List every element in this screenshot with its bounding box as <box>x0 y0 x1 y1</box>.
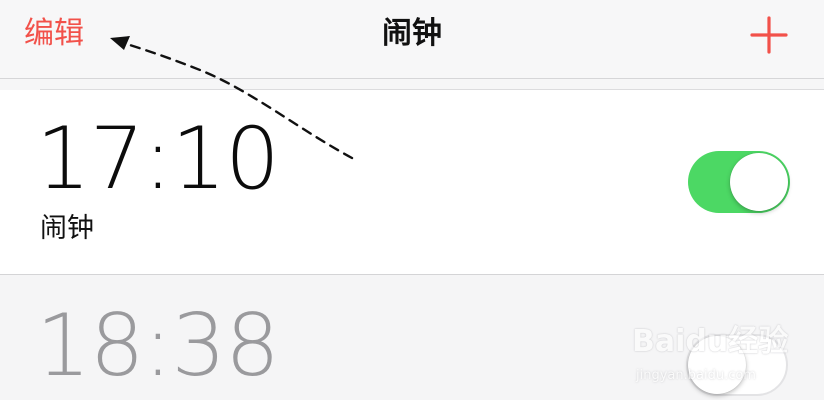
add-alarm-button[interactable] <box>748 14 790 56</box>
alarm-row[interactable]: 17:10 闹钟 <box>0 90 824 275</box>
toggle-knob <box>730 153 788 211</box>
alarm-toggle-off[interactable] <box>686 334 788 396</box>
alarm-row[interactable]: 18:38 <box>0 275 824 400</box>
alarm-time: 18:38 <box>36 296 280 396</box>
alarm-label: 闹钟 <box>40 213 94 244</box>
alarm-time: 17:10 <box>36 109 280 209</box>
alarm-screen: 编辑 闹钟 17:10 闹钟 18:38 Baidu经验 jingyan.bai… <box>0 0 824 400</box>
page-title: 闹钟 <box>382 16 442 51</box>
toggle-knob <box>688 336 746 394</box>
plus-icon <box>750 16 788 54</box>
navigation-bar: 编辑 闹钟 <box>0 0 824 79</box>
alarm-toggle-on[interactable] <box>688 151 790 213</box>
